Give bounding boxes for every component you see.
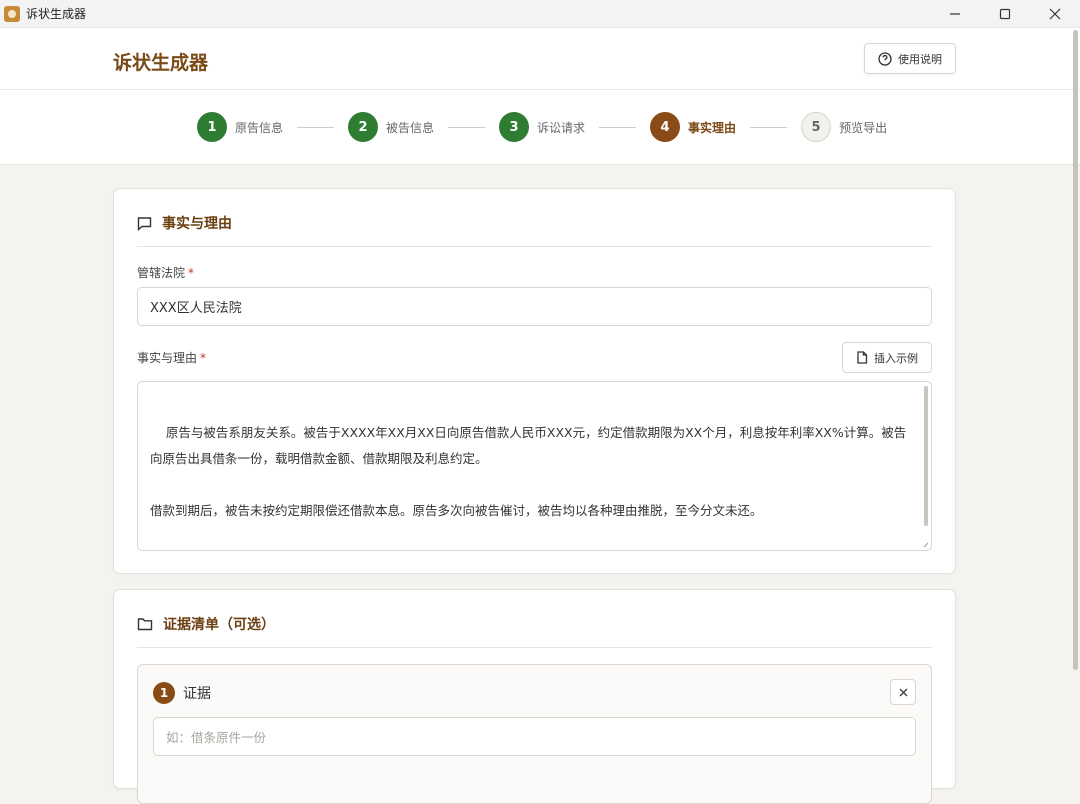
step-number: 4	[650, 112, 681, 142]
court-input-value: XXX区人民法院	[150, 301, 242, 316]
facts-textarea[interactable]: 原告与被告系朋友关系。被告于XXXX年XX月XX日向原告借款人民币XXX元，约定…	[137, 381, 932, 551]
step-label: 诉讼请求	[537, 120, 586, 135]
window-titlebar: 诉状生成器	[0, 0, 1080, 28]
step-plaintiff[interactable]: 1 原告信息	[197, 112, 283, 142]
step-number: 5	[801, 112, 832, 142]
facts-card-title-text: 事实与理由	[162, 216, 232, 232]
step-defendant[interactable]: 2 被告信息	[348, 112, 434, 142]
app-icon	[4, 5, 20, 22]
step-connector	[297, 126, 335, 128]
step-preview[interactable]: 5 预览导出	[801, 112, 887, 142]
help-button[interactable]: 使用说明	[864, 43, 956, 74]
evidence-input-placeholder: 如：借条原件一份	[166, 730, 267, 745]
folder-icon	[137, 618, 153, 631]
close-button[interactable]	[1030, 0, 1080, 28]
step-number: 3	[499, 112, 530, 142]
step-number: 2	[348, 112, 379, 142]
app-brand: 诉状生成器	[113, 52, 209, 74]
court-label: 管辖法院 *	[137, 264, 194, 281]
step-connector	[599, 126, 637, 128]
minimize-icon	[950, 13, 960, 15]
evidence-item: 1 证据 如：借条原件一份	[137, 664, 932, 804]
facts-label-text: 事实与理由	[137, 351, 198, 365]
step-facts[interactable]: 4 事实理由	[650, 112, 736, 142]
close-icon	[1049, 8, 1061, 20]
close-x-icon	[899, 688, 907, 696]
facts-label: 事实与理由 *	[137, 349, 206, 366]
step-claims[interactable]: 3 诉讼请求	[499, 112, 585, 142]
step-label: 事实理由	[688, 120, 737, 135]
app-header: 诉状生成器 使用说明	[0, 28, 1080, 90]
facts-textarea-content: 原告与被告系朋友关系。被告于XXXX年XX月XX日向原告借款人民币XXX元，约定…	[150, 425, 907, 518]
evidence-item-title: 证据	[183, 686, 211, 702]
window-scrollbar[interactable]	[1073, 30, 1078, 670]
required-marker: *	[200, 351, 207, 365]
resize-grip-icon[interactable]	[923, 542, 929, 548]
court-input[interactable]: XXX区人民法院	[137, 287, 932, 326]
textarea-scrollbar[interactable]	[924, 386, 928, 526]
evidence-card-title-text: 证据清单（可选）	[163, 617, 275, 633]
minimize-button[interactable]	[930, 0, 980, 28]
question-circle-icon	[878, 51, 892, 66]
stepper-bar: 1 原告信息 2 被告信息 3 诉讼请求 4 事实理由 5 预览导出	[0, 90, 1080, 165]
insert-example-button[interactable]: 插入示例	[842, 342, 932, 373]
remove-evidence-button[interactable]	[890, 679, 916, 705]
stepper: 1 原告信息 2 被告信息 3 诉讼请求 4 事实理由 5 预览导出	[197, 112, 887, 142]
step-number: 1	[197, 112, 227, 142]
evidence-item-header: 1 证据	[153, 682, 211, 704]
evidence-card-title: 证据清单（可选）	[137, 614, 275, 634]
required-marker: *	[188, 266, 195, 280]
card-divider	[137, 246, 932, 247]
evidence-number-badge: 1	[153, 682, 175, 704]
file-icon	[857, 351, 868, 364]
evidence-card: 证据清单（可选） 1 证据 如：借条原件一份	[113, 589, 956, 804]
step-label: 被告信息	[386, 120, 435, 135]
window-controls	[930, 0, 1080, 28]
insert-example-label: 插入示例	[874, 351, 918, 365]
message-square-icon	[137, 216, 152, 231]
facts-card: 事实与理由 管辖法院 * XXX区人民法院 事实与理由 * 插入示例 原告与被告系朋…	[113, 188, 956, 574]
step-label: 预览导出	[839, 120, 888, 135]
step-connector	[448, 126, 486, 128]
step-label: 原告信息	[235, 120, 284, 135]
card-divider	[137, 647, 932, 648]
evidence-input[interactable]: 如：借条原件一份	[153, 717, 916, 756]
facts-card-title: 事实与理由	[137, 213, 232, 233]
help-button-label: 使用说明	[898, 52, 942, 66]
maximize-button[interactable]	[980, 0, 1030, 28]
window-title: 诉状生成器	[26, 7, 87, 21]
step-connector	[750, 126, 788, 128]
court-label-text: 管辖法院	[137, 266, 186, 280]
maximize-icon	[999, 8, 1011, 20]
